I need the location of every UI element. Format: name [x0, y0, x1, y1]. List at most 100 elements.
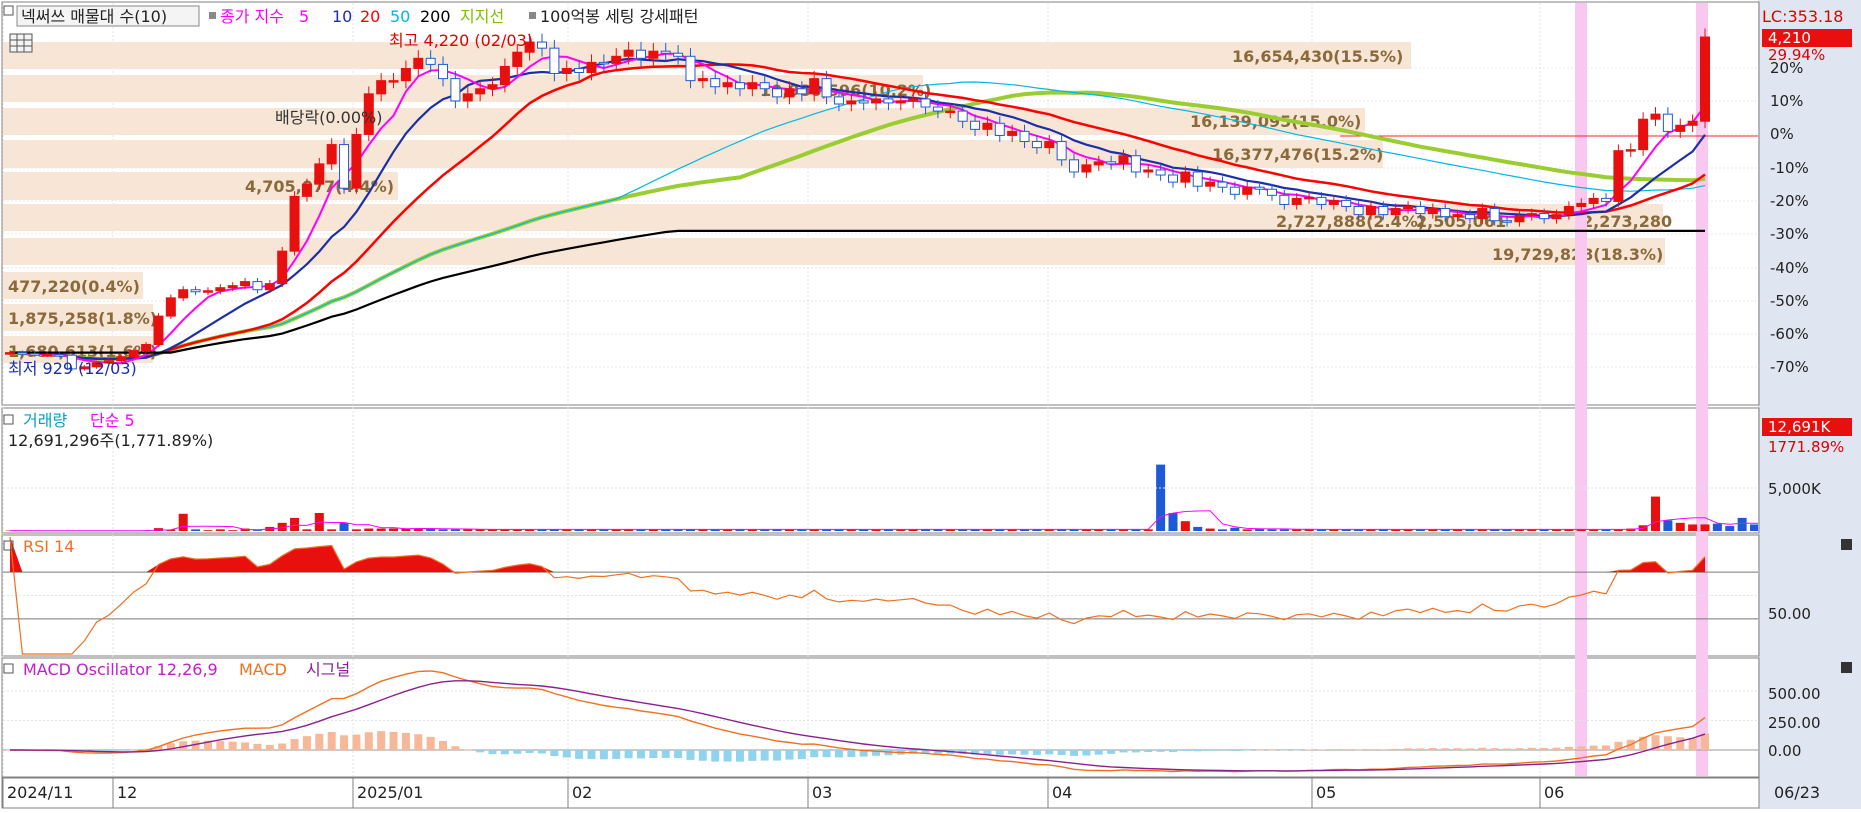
macd-histogram-bar — [1082, 750, 1090, 756]
rsi-title[interactable]: RSI 14 — [23, 537, 74, 556]
macd-histogram-bar — [736, 750, 744, 762]
candle-up — [810, 79, 819, 94]
volume-title[interactable]: 거래량 — [23, 411, 67, 430]
x-tick-label: 03 — [812, 783, 832, 802]
candle-up — [154, 316, 163, 344]
x-tick-label: 02 — [572, 783, 592, 802]
macd-histogram-bar — [1058, 750, 1066, 755]
macd-histogram-bar — [1206, 750, 1214, 751]
candle-up — [1564, 206, 1573, 214]
rsi-close-icon[interactable] — [1841, 539, 1852, 550]
volume-bar — [463, 529, 472, 531]
candle-down — [1230, 187, 1239, 194]
candle-down — [1156, 170, 1165, 175]
candle-up — [1688, 121, 1697, 125]
macd-histogram-bar — [241, 742, 249, 750]
macd-histogram-bar — [637, 750, 645, 758]
signal-line-label[interactable]: 시그널 — [306, 660, 350, 679]
macd-histogram-bar — [810, 750, 818, 757]
candle-up — [142, 345, 151, 351]
candle-up — [1577, 203, 1586, 206]
macd-histogram-bar — [1330, 749, 1338, 750]
candle-up — [500, 66, 509, 84]
x-tick-label: 2024/11 — [7, 783, 73, 802]
candle-up — [1404, 206, 1413, 208]
candle-up — [946, 111, 955, 113]
dividend-annotation: 배당락(0.00%) — [275, 108, 382, 127]
macd-histogram-bar — [699, 750, 707, 761]
macd-histogram-bar — [563, 750, 571, 758]
macd-title[interactable]: MACD Oscillator 12,26,9 — [23, 660, 218, 679]
candle-up — [203, 291, 212, 293]
volume-bar — [1713, 524, 1722, 531]
candle-up — [43, 355, 52, 357]
table-view-icon[interactable] — [10, 34, 32, 52]
x-tick-label: 2025/01 — [357, 783, 423, 802]
macd-line-label[interactable]: MACD — [239, 660, 287, 679]
panel-toggle-icon[interactable] — [4, 6, 13, 15]
candle-down — [1107, 162, 1116, 164]
macd-histogram-bar — [847, 750, 855, 757]
macd-histogram-bar — [1132, 750, 1140, 752]
macd-histogram-bar — [1317, 750, 1325, 751]
macd-histogram-bar — [476, 750, 484, 752]
macd-histogram-bar — [724, 750, 732, 762]
macd-histogram-bar — [390, 732, 398, 750]
ma-legend-label[interactable]: 종가 지수 — [220, 7, 284, 26]
candle-up — [1391, 209, 1400, 215]
candle-up — [1082, 165, 1091, 172]
low-annotation: 최저 929 (12/03) — [8, 359, 137, 378]
pattern-legend[interactable]: 100억봉 세팅 강세패턴 — [540, 7, 698, 26]
rsi-line — [3, 537, 1758, 654]
volume-panel-toggle-icon[interactable] — [4, 415, 13, 424]
macd-histogram-bar — [649, 750, 657, 758]
candle-down — [1032, 142, 1041, 148]
candle-up — [1478, 209, 1487, 219]
percent-tick: -50% — [1770, 292, 1809, 310]
volume-bar — [1181, 521, 1190, 531]
x-tick-label: 06 — [1544, 783, 1564, 802]
candle-up — [896, 101, 905, 103]
volume-bar — [216, 529, 225, 531]
macd-histogram-bar — [315, 734, 323, 750]
candle-down — [711, 79, 720, 87]
support-line-legend[interactable]: 지지선 — [460, 7, 504, 26]
macd-histogram-bar — [1181, 750, 1189, 751]
candle-up — [1094, 162, 1103, 165]
volume-bar — [1663, 520, 1672, 531]
volume-bar — [228, 530, 237, 531]
macd-histogram-bar — [513, 750, 521, 754]
candle-down — [933, 107, 942, 111]
lc-label: LC:353.18 — [1762, 7, 1843, 26]
candle-down — [439, 64, 448, 78]
ma-legend-10: 10 — [332, 7, 352, 26]
candle-down — [1020, 131, 1029, 141]
volume-ma-label[interactable]: 단순 5 — [90, 411, 135, 430]
candle-up — [1243, 187, 1252, 194]
percent-tick: 10% — [1770, 92, 1803, 110]
macd-oscillator — [3, 671, 1758, 772]
candle-up — [1292, 198, 1301, 204]
candle-down — [1441, 209, 1450, 217]
candle-down — [1354, 206, 1363, 214]
percent-tick: 0% — [1770, 125, 1794, 143]
candle-up — [1206, 182, 1215, 186]
candle-down — [773, 89, 782, 97]
macd-histogram-bar — [662, 750, 670, 758]
macd-histogram-bar — [303, 736, 311, 750]
candle-up — [463, 94, 472, 101]
candle-down — [550, 48, 559, 73]
candle-down — [1540, 214, 1549, 219]
macd-histogram-bar — [117, 750, 125, 751]
macd-close-icon[interactable] — [1841, 662, 1852, 673]
macd-panel-toggle-icon[interactable] — [4, 664, 13, 673]
macd-histogram-bar — [1392, 749, 1400, 750]
macd-histogram-bar — [996, 750, 1004, 755]
candle-up — [1305, 197, 1314, 199]
volume-profile-label: 16,377,476(15.2%) — [1212, 145, 1383, 164]
x-axis-last-date: 06/23 — [1774, 783, 1820, 802]
volume-profile-zone — [3, 108, 1365, 135]
macd-histogram-bar — [1268, 750, 1276, 751]
candle-up — [179, 290, 188, 298]
candle-up — [389, 81, 398, 83]
